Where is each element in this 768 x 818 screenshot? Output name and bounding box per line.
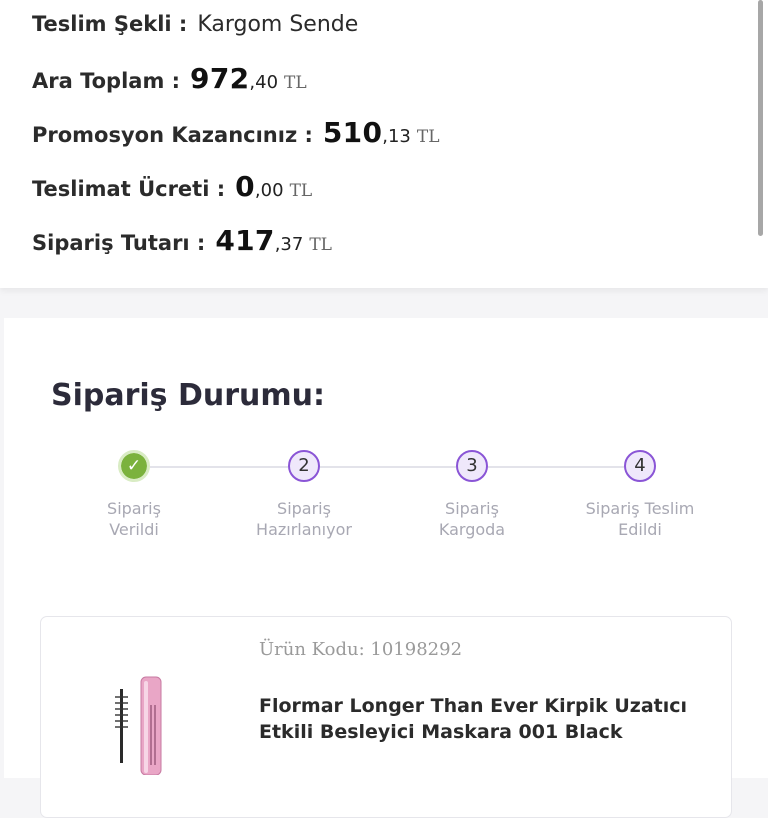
step-4-circle: 4	[624, 450, 656, 482]
step-3-circle: 3	[456, 450, 488, 482]
step-4-label: Sipariş Teslim Edildi	[565, 498, 715, 540]
promo-savings-whole: 510	[322, 116, 383, 149]
order-total-whole: 417	[215, 224, 275, 257]
step-2-label-line2: Hazırlanıyor	[256, 520, 352, 539]
step-3-number: 3	[466, 455, 478, 476]
shipping-fee-currency: TL	[289, 181, 313, 201]
step-3-label: Sipariş Kargoda	[397, 498, 547, 540]
progress-track-2	[320, 466, 456, 468]
subtotal-fraction: ,40	[249, 72, 279, 93]
order-total-label: Sipariş Tutarı :	[32, 231, 206, 255]
order-status-card: Sipariş Durumu: ✓ 2 3 4 Sipariş Verildi …	[4, 318, 768, 818]
shipping-fee-whole: 0	[235, 170, 255, 203]
order-summary-card: Teslim Şekli : Kargom Sende Ara Toplam :…	[0, 0, 768, 288]
product-code: Ürün Kodu: 10198292	[259, 639, 462, 660]
order-total-row: Sipariş Tutarı : 417 ,37 TL	[32, 224, 332, 257]
step-2-label: Sipariş Hazırlanıyor	[229, 498, 379, 540]
promo-savings-currency: TL	[416, 127, 440, 147]
shipping-fee-fraction: ,00	[254, 180, 284, 201]
step-3-label-line1: Sipariş	[445, 499, 499, 518]
subtotal-whole: 972	[190, 62, 250, 95]
product-code-value: 10198292	[370, 639, 463, 660]
progress-track-3	[488, 466, 624, 468]
order-total-fraction: ,37	[274, 234, 304, 255]
delivery-method-label: Teslim Şekli :	[32, 12, 188, 36]
step-4-label-line2: Edildi	[618, 520, 662, 539]
step-4-number: 4	[634, 455, 646, 476]
shipping-fee-label: Teslimat Ücreti :	[32, 177, 226, 201]
step-2-label-line1: Sipariş	[277, 499, 331, 518]
step-2-number: 2	[298, 455, 310, 476]
product-card[interactable]: Ürün Kodu: 10198292 Flormar Longer Than …	[40, 616, 732, 818]
product-code-label: Ürün Kodu:	[259, 639, 365, 660]
progress-track-1	[150, 466, 288, 468]
shipping-fee-row: Teslimat Ücreti : 0 ,00 TL	[32, 170, 312, 203]
order-status-title: Sipariş Durumu:	[51, 378, 326, 413]
page-scrollbar[interactable]	[758, 0, 763, 236]
product-name[interactable]: Flormar Longer Than Ever Kirpik Uzatıcı …	[259, 693, 709, 745]
mascara-product-image	[115, 676, 162, 775]
step-1-label-line2: Verildi	[109, 520, 159, 539]
promo-savings-row: Promosyon Kazancınız : 510 ,13 TL	[32, 116, 440, 149]
order-total-currency: TL	[309, 235, 332, 255]
subtotal-currency: TL	[284, 73, 307, 93]
check-icon: ✓	[126, 455, 142, 476]
step-2-circle: 2	[288, 450, 320, 482]
subtotal-label: Ara Toplam :	[32, 69, 181, 93]
subtotal-row: Ara Toplam : 972 ,40 TL	[32, 62, 307, 95]
promo-savings-label: Promosyon Kazancınız :	[32, 123, 313, 147]
step-1-completed-circle: ✓	[118, 450, 150, 482]
delivery-method-value: Kargom Sende	[197, 12, 359, 37]
step-1-label-line1: Sipariş	[107, 499, 161, 518]
step-3-label-line2: Kargoda	[438, 520, 506, 539]
promo-savings-fraction: ,13	[382, 126, 411, 147]
delivery-method-row: Teslim Şekli : Kargom Sende	[32, 12, 358, 37]
step-1-label: Sipariş Verildi	[59, 498, 209, 540]
step-4-label-line1: Sipariş Teslim	[585, 499, 695, 518]
